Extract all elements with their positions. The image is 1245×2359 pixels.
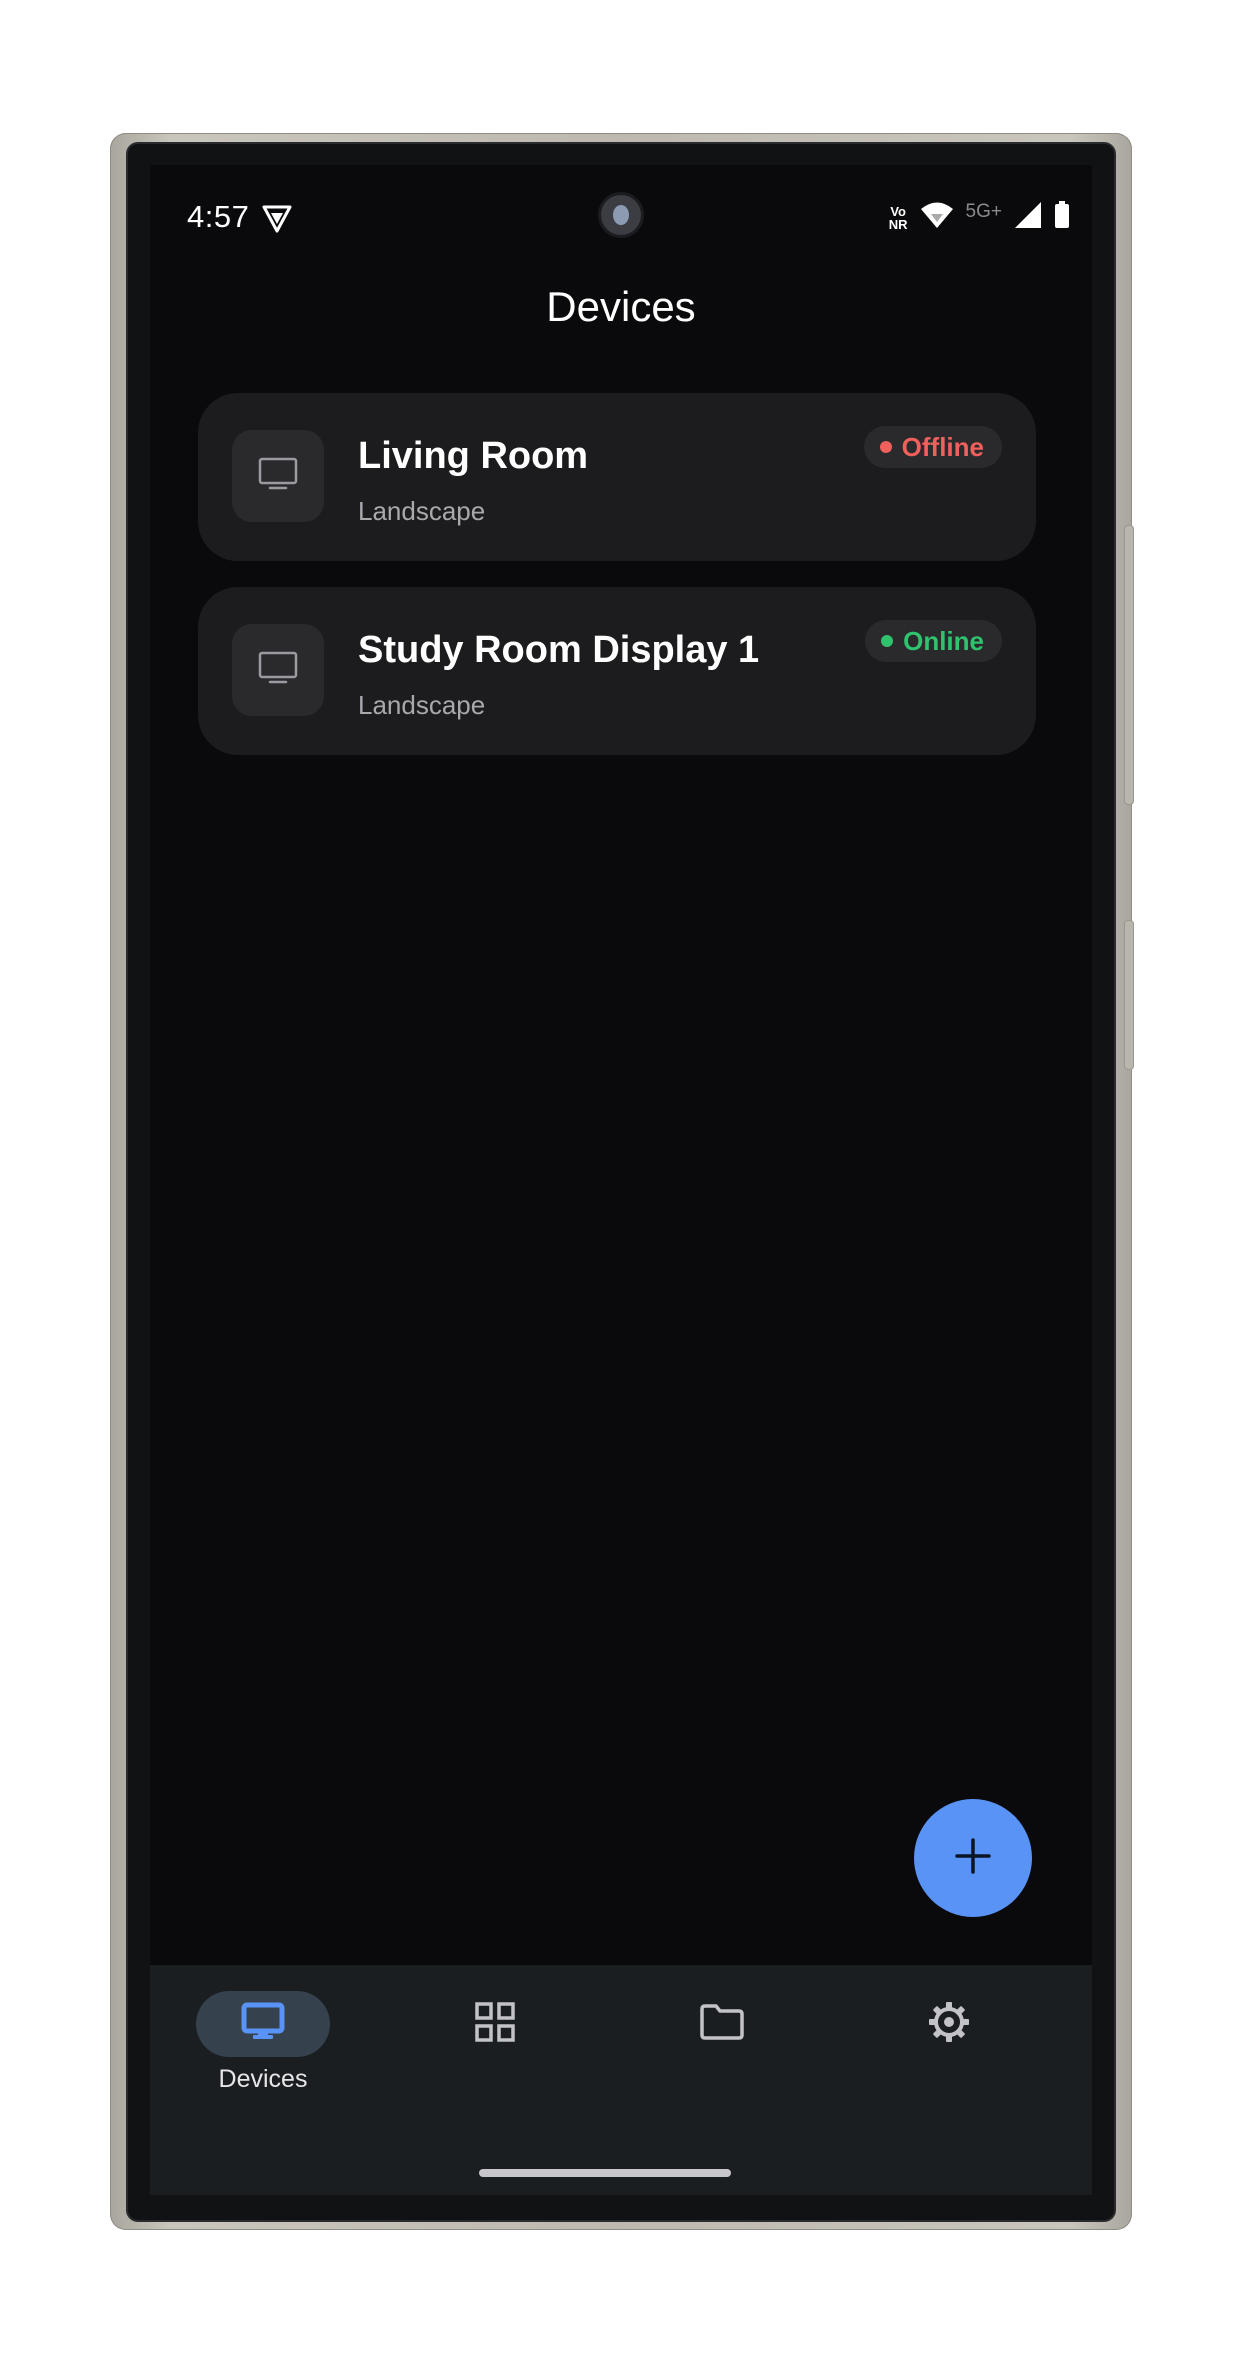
status-badge: Offline xyxy=(863,426,1002,468)
page-title: Devices xyxy=(546,283,696,330)
add-device-button[interactable] xyxy=(914,1799,1032,1917)
gear-icon xyxy=(927,2000,971,2049)
power-button xyxy=(1124,920,1134,1070)
nav-pill xyxy=(655,1991,789,2057)
device-list: Living Room Landscape Offline Study Room… xyxy=(198,393,1036,781)
device-orientation: Landscape xyxy=(358,496,486,526)
folder-icon xyxy=(699,2003,745,2046)
nav-layouts[interactable] xyxy=(415,1991,575,2111)
signal-icon xyxy=(1014,201,1042,234)
device-icon-box xyxy=(232,624,324,716)
battery-icon xyxy=(1054,201,1070,234)
status-dot xyxy=(879,441,892,453)
monitor-icon xyxy=(258,457,298,496)
volte-indicator: Vo NR xyxy=(888,203,908,232)
device-card-study-room[interactable]: Study Room Display 1 Landscape Online xyxy=(198,587,1036,755)
screen: 4:57 Vo NR 5G+ Devices Living Room Lands… xyxy=(150,165,1092,2195)
home-indicator[interactable] xyxy=(479,2169,731,2177)
nav-settings[interactable] xyxy=(869,1991,1029,2111)
front-camera xyxy=(598,192,644,238)
monitor-icon xyxy=(241,2002,285,2047)
device-orientation: Landscape xyxy=(358,690,486,720)
nav-files[interactable] xyxy=(642,1991,802,2111)
nav-pill xyxy=(882,1991,1016,2057)
status-time: 4:57 xyxy=(187,199,250,234)
vpn-icon xyxy=(262,205,292,238)
nav-pill xyxy=(428,1991,562,2057)
nav-devices[interactable]: Devices xyxy=(183,1991,343,2111)
volume-button xyxy=(1124,525,1134,805)
network-type: 5G+ xyxy=(965,200,1002,222)
status-bar: 4:57 Vo NR 5G+ xyxy=(150,165,1092,275)
device-name: Study Room Display 1 xyxy=(358,629,760,671)
grid-icon xyxy=(474,2001,516,2048)
nav-active-indicator xyxy=(196,1991,330,2057)
device-card-living-room[interactable]: Living Room Landscape Offline xyxy=(198,393,1036,561)
monitor-icon xyxy=(258,651,298,690)
status-text: Online xyxy=(903,625,984,656)
nav-label: Devices xyxy=(218,2065,308,2093)
device-name: Living Room xyxy=(358,435,589,477)
status-badge: Online xyxy=(865,620,1002,662)
bottom-navigation: Devices xyxy=(150,1965,1092,2195)
wifi-icon xyxy=(920,201,954,234)
device-icon-box xyxy=(232,430,324,522)
status-text: Offline xyxy=(901,431,984,462)
status-icons: Vo NR 5G+ xyxy=(889,201,1070,234)
status-dot xyxy=(881,635,894,647)
plus-icon xyxy=(953,1836,993,1881)
